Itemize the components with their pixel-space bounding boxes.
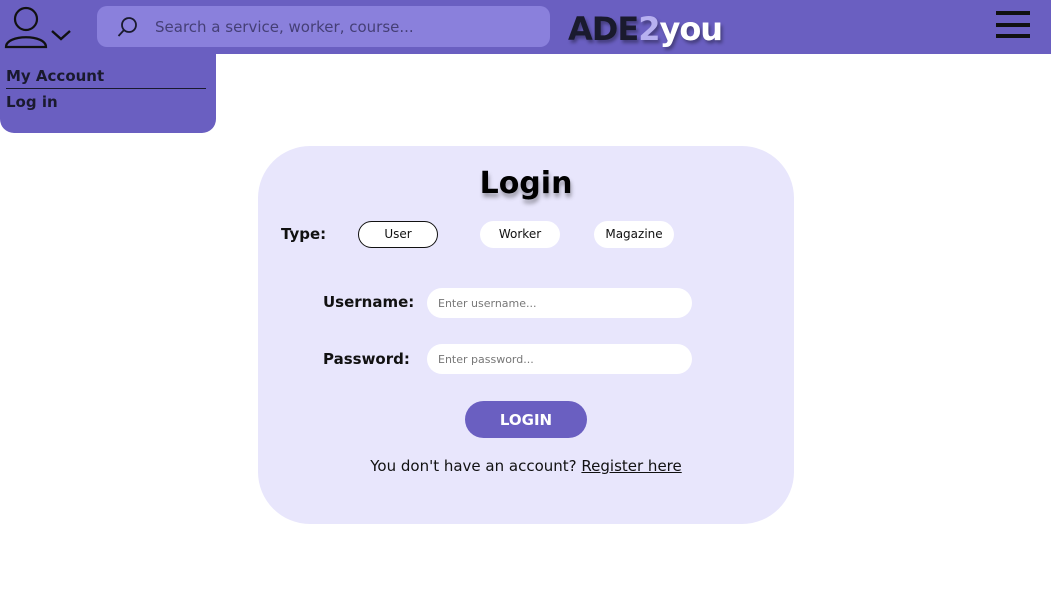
password-field[interactable]: [427, 344, 692, 374]
account-dropdown-menu: My Account Log in: [0, 54, 216, 133]
menu-divider: [6, 88, 206, 89]
password-label: Password:: [323, 350, 410, 368]
hamburger-line: [996, 34, 1030, 38]
type-label: Type:: [281, 225, 327, 243]
login-title: Login: [479, 166, 573, 201]
register-prompt: You don't have an account? Register here: [258, 457, 794, 475]
logo-part-ade: ADE: [568, 10, 639, 48]
user-icon: [4, 6, 71, 49]
username-label: Username:: [323, 293, 415, 311]
hamburger-line: [996, 23, 1030, 27]
register-prompt-text: You don't have an account?: [370, 457, 577, 475]
type-option-user[interactable]: User: [358, 221, 438, 248]
hamburger-line: [996, 11, 1030, 15]
type-option-worker[interactable]: Worker: [480, 221, 560, 248]
hamburger-menu-icon[interactable]: [996, 11, 1030, 39]
username-field[interactable]: [427, 288, 692, 318]
search-input[interactable]: [155, 11, 535, 42]
login-card: Login Type: User Worker Magazine Usernam…: [258, 146, 794, 524]
chevron-down-icon: [51, 30, 71, 41]
logo-part-you: you: [659, 10, 723, 48]
search-icon[interactable]: [117, 16, 139, 38]
register-link[interactable]: Register here: [581, 457, 681, 475]
site-logo[interactable]: ADE2you: [568, 8, 723, 50]
user-menu-toggle[interactable]: [4, 4, 76, 50]
menu-item-log-in[interactable]: Log in: [6, 93, 58, 111]
type-option-magazine[interactable]: Magazine: [594, 221, 674, 248]
menu-item-my-account[interactable]: My Account: [6, 67, 104, 85]
search-bar: [97, 6, 550, 47]
top-navigation-bar: ADE2you: [0, 0, 1051, 54]
logo-part-2: 2: [638, 10, 660, 48]
login-button[interactable]: LOGIN: [465, 401, 587, 438]
